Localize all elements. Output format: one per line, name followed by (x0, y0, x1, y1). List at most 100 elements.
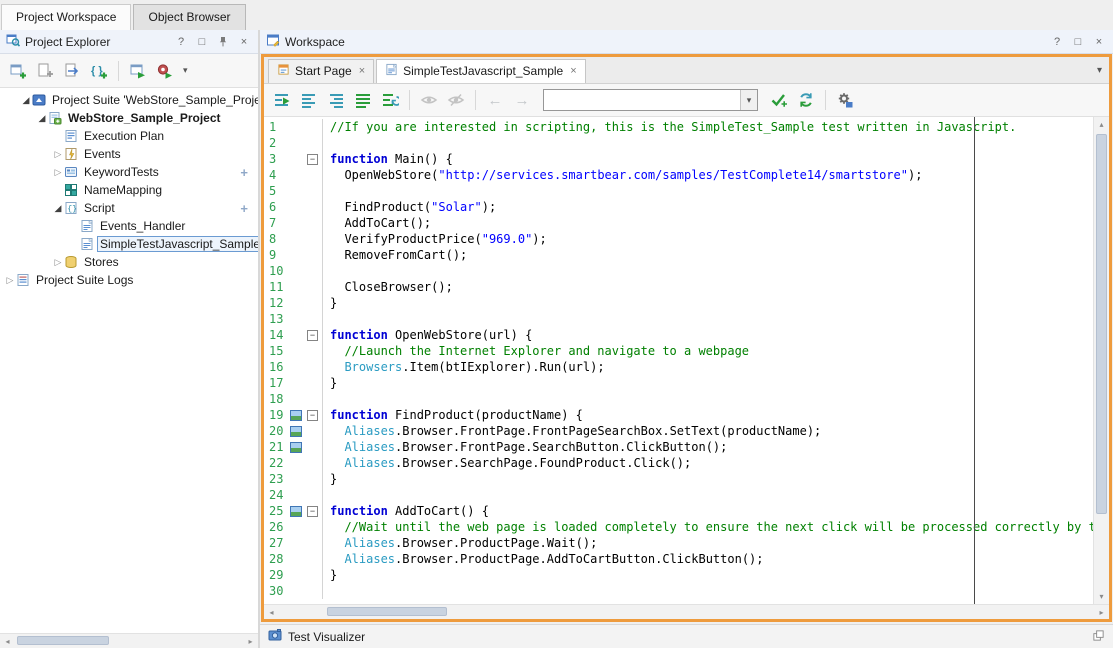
visualizer-frame-icon[interactable] (290, 426, 302, 437)
tree-item-project-suite-webstore-sample-project-su[interactable]: ◢Project Suite 'WebStore_Sample_Project_… (0, 91, 258, 109)
fold-collapse-icon[interactable]: − (307, 410, 318, 421)
add-existing-item-button[interactable] (33, 59, 57, 83)
code-search-input[interactable] (544, 90, 740, 110)
scroll-right-icon[interactable]: ▸ (243, 634, 258, 648)
run-test-button[interactable] (153, 59, 177, 83)
scroll-left-icon[interactable]: ◂ (0, 634, 15, 648)
tree-item-webstore-sample-project[interactable]: ◢WebStore_Sample_Project (0, 109, 258, 127)
tree-item-events-handler[interactable]: Events_Handler (0, 217, 258, 235)
check-syntax-button[interactable] (767, 88, 791, 112)
tab-list-dropdown-button[interactable]: ▾ (1097, 65, 1102, 76)
editor-settings-button[interactable] (833, 88, 857, 112)
tab-object-browser[interactable]: Object Browser (133, 4, 245, 30)
code-line-16[interactable]: 16 Browsers.Item(btIExplorer).Run(url); (264, 359, 1093, 375)
scroll-thumb[interactable] (17, 636, 109, 645)
code-line-3[interactable]: 3−function Main() { (264, 151, 1093, 167)
show-visualizer-frames-button[interactable] (417, 88, 441, 112)
code-line-13[interactable]: 13 (264, 311, 1093, 327)
doc-tab-start-page[interactable]: Start Page × (268, 59, 374, 83)
editor-vscrollbar[interactable]: ▴ ▾ (1093, 117, 1109, 604)
add-child-item-button[interactable]: + (240, 201, 248, 216)
tree-collapse-icon[interactable]: ◢ (36, 113, 48, 124)
scroll-left-icon[interactable]: ◂ (264, 605, 279, 620)
code-line-12[interactable]: 12} (264, 295, 1093, 311)
navigate-back-button[interactable]: ← (483, 88, 507, 112)
tree-collapse-icon[interactable]: ◢ (52, 203, 64, 214)
align-justify-button[interactable] (351, 88, 375, 112)
close-tab-icon[interactable]: × (359, 65, 365, 77)
fold-collapse-icon[interactable]: − (307, 330, 318, 341)
code-line-6[interactable]: 6 FindProduct("Solar"); (264, 199, 1093, 215)
visualizer-frame-icon[interactable] (290, 442, 302, 453)
code-area[interactable]: 1//If you are interested in scripting, t… (264, 117, 1093, 604)
tree-collapse-icon[interactable]: ◢ (20, 95, 32, 106)
code-line-27[interactable]: 27 Aliases.Browser.ProductPage.Wait(); (264, 535, 1093, 551)
doc-tab-simpletestjavascript-sample[interactable]: SimpleTestJavascript_Sample × (376, 59, 586, 83)
code-line-11[interactable]: 11 CloseBrowser(); (264, 279, 1093, 295)
tree-item-script[interactable]: ◢{}Script+ (0, 199, 258, 217)
format-code-button[interactable] (378, 88, 402, 112)
undock-icon[interactable] (1092, 629, 1105, 645)
tree-item-namemapping[interactable]: NameMapping (0, 181, 258, 199)
tree-item-project-suite-logs[interactable]: ▷Project Suite Logs (0, 271, 258, 289)
tree-expand-icon[interactable]: ▷ (4, 275, 16, 286)
tree-item-events[interactable]: ▷Events (0, 145, 258, 163)
help-button[interactable]: ? (1049, 34, 1065, 50)
code-line-2[interactable]: 2 (264, 135, 1093, 151)
close-button[interactable]: × (236, 34, 252, 50)
code-line-25[interactable]: 25−function AddToCart() { (264, 503, 1093, 519)
scroll-thumb[interactable] (1096, 134, 1107, 514)
code-line-7[interactable]: 7 AddToCart(); (264, 215, 1093, 231)
maximize-button[interactable]: □ (194, 34, 210, 50)
scroll-right-icon[interactable]: ▸ (1094, 605, 1109, 620)
code-line-18[interactable]: 18 (264, 391, 1093, 407)
scroll-track[interactable] (279, 605, 1094, 619)
add-child-item-button[interactable]: + (240, 165, 248, 180)
code-line-14[interactable]: 14−function OpenWebStore(url) { (264, 327, 1093, 343)
close-button[interactable]: × (1091, 34, 1107, 50)
align-left-button[interactable] (297, 88, 321, 112)
code-line-22[interactable]: 22 Aliases.Browser.SearchPage.FoundProdu… (264, 455, 1093, 471)
tree-expand-icon[interactable]: ▷ (52, 257, 64, 268)
code-line-4[interactable]: 4 OpenWebStore("http://services.smartbea… (264, 167, 1093, 183)
run-project-button[interactable] (126, 59, 150, 83)
align-right-button[interactable] (324, 88, 348, 112)
test-visualizer-bar[interactable]: Test Visualizer (260, 624, 1113, 648)
editor-hscrollbar[interactable]: ◂ ▸ (264, 604, 1109, 619)
hide-visualizer-frames-button[interactable] (444, 88, 468, 112)
tree-item-keywordtests[interactable]: ▷KeywordTests+ (0, 163, 258, 181)
code-line-30[interactable]: 30 (264, 583, 1093, 599)
project-tree[interactable]: ◢Project Suite 'WebStore_Sample_Project_… (0, 88, 258, 633)
add-script-button[interactable]: { } (87, 59, 111, 83)
scroll-thumb[interactable] (327, 607, 447, 616)
code-line-10[interactable]: 10 (264, 263, 1093, 279)
scroll-up-icon[interactable]: ▴ (1094, 117, 1109, 132)
code-line-23[interactable]: 23} (264, 471, 1093, 487)
code-line-28[interactable]: 28 Aliases.Browser.ProductPage.AddToCart… (264, 551, 1093, 567)
code-line-24[interactable]: 24 (264, 487, 1093, 503)
add-project-item-button[interactable] (6, 59, 30, 83)
code-line-9[interactable]: 9 RemoveFromCart(); (264, 247, 1093, 263)
code-line-5[interactable]: 5 (264, 183, 1093, 199)
tree-item-simpletestjavascript-sample[interactable]: SimpleTestJavascript_Sample (0, 235, 258, 253)
tab-project-workspace[interactable]: Project Workspace (1, 4, 131, 30)
scroll-track[interactable] (1094, 132, 1109, 589)
code-line-21[interactable]: 21 Aliases.Browser.FrontPage.SearchButto… (264, 439, 1093, 455)
visualizer-frame-icon[interactable] (290, 506, 302, 517)
help-button[interactable]: ? (173, 34, 189, 50)
code-line-29[interactable]: 29} (264, 567, 1093, 583)
code-line-20[interactable]: 20 Aliases.Browser.FrontPage.FrontPageSe… (264, 423, 1093, 439)
code-line-26[interactable]: 26 //Wait until the web page is loaded c… (264, 519, 1093, 535)
project-explorer-hscrollbar[interactable]: ◂ ▸ (0, 633, 258, 648)
maximize-button[interactable]: □ (1070, 34, 1086, 50)
fold-collapse-icon[interactable]: − (307, 506, 318, 517)
navigate-forward-button[interactable]: → (510, 88, 534, 112)
code-line-15[interactable]: 15 //Launch the Internet Explorer and na… (264, 343, 1093, 359)
refresh-record-button[interactable] (794, 88, 818, 112)
code-line-19[interactable]: 19−function FindProduct(productName) { (264, 407, 1093, 423)
scroll-down-icon[interactable]: ▾ (1094, 589, 1109, 604)
scroll-track[interactable] (15, 634, 243, 648)
tree-expand-icon[interactable]: ▷ (52, 167, 64, 178)
fold-collapse-icon[interactable]: − (307, 154, 318, 165)
tree-expand-icon[interactable]: ▷ (52, 149, 64, 160)
